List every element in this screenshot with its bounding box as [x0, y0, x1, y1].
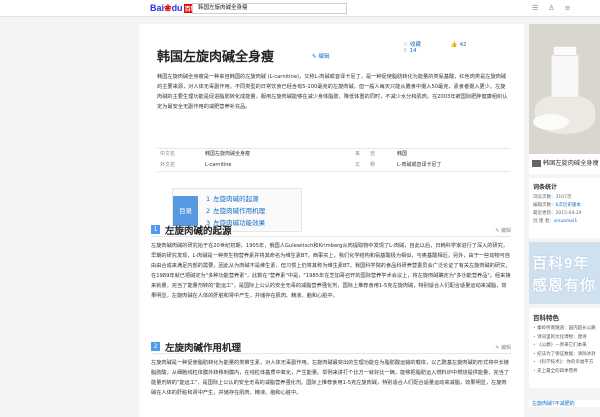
toc-item[interactable]: 2 左旋肉碱作用机理	[206, 205, 265, 217]
section-text: 左旋肉碱肉碱的研究始于在20世纪初期，1905年，俄国人Gulewitsch和K…	[151, 243, 511, 299]
info-row: 外文名 L-carnitine 又 称 L-肉碱或音译卡尼丁	[157, 160, 509, 171]
share-button[interactable]: ⇪ 14	[403, 48, 431, 54]
featured-list: 百科特色 秦岭终南隧道：国内超长公路 诗词里的文化博物：唐诗 《公爵》—原来它们…	[529, 308, 600, 388]
section-edit-button[interactable]: ✎ 编辑	[495, 227, 511, 234]
section-title: 左旋肉碱作用机理	[165, 343, 242, 354]
section-text: 左旋肉碱是一种促使脂肪转化为能量的类推生素，对人体无毒副作用。左旋肉碱最突出的生…	[151, 360, 509, 396]
search-input[interactable]: 韩国左旋肉碱全身瘦	[192, 3, 347, 14]
photo-jar	[551, 54, 579, 98]
photo-jar-cap	[553, 46, 577, 56]
pencil-icon: ✎	[495, 345, 500, 351]
featured-item[interactable]: 史上最全的四季营养	[533, 368, 596, 377]
info-key: 来 自	[355, 151, 376, 157]
promo-banner[interactable]: 百科9年 感恩有你	[529, 242, 600, 304]
list-icon[interactable]: ☰	[532, 4, 538, 12]
featured-item[interactable]: 诗词里的文化博物：唐诗	[533, 334, 596, 343]
banner-line-1: 百科9年	[532, 255, 590, 272]
section-number: 1	[151, 225, 160, 234]
info-key: 外文名	[160, 162, 176, 168]
section-number: 2	[151, 342, 160, 351]
stats-row: 最近更新：2015-04-29	[533, 211, 582, 216]
album-icon	[532, 159, 541, 167]
share-icon: ⇪	[403, 48, 408, 54]
section-title: 左旋肉碱的起源	[165, 226, 232, 237]
menu-icon[interactable]: ≡	[565, 4, 571, 12]
baidu-baike-logo[interactable]: Bai❀du 百科	[150, 3, 198, 14]
info-row: 中文名 韩国左旋肉碱全身瘦 来 自 韩国	[157, 149, 509, 160]
stats-row: 浏览次数：3107次	[533, 195, 572, 200]
photo-powder	[533, 114, 569, 130]
related-link[interactable]: 左旋肉碱?不减肥的	[529, 400, 600, 407]
featured-item[interactable]: 《公爵》—原来它们本来	[533, 342, 596, 351]
stats-title: 词条统计	[533, 184, 558, 191]
article-card: ☆ 收藏 👍 42 ⇪ 14 韩国左旋肉碱全身瘦 ✎ 编辑 韩国左旋肉碱全身瘦是一种来…	[139, 24, 524, 417]
pencil-icon: ✎	[495, 228, 500, 234]
info-box: 中文名 韩国左旋肉碱全身瘦 来 自 韩国 外文名 L-carnitine 又 称…	[157, 148, 509, 172]
thumb-up-icon: 👍	[450, 42, 458, 48]
pencil-icon: ✎	[312, 54, 317, 60]
info-value: 韩国	[397, 151, 408, 157]
stats-row: 编辑次数：6次历史版本	[533, 203, 581, 208]
toc-heading: 目录	[173, 196, 198, 226]
user-icon[interactable]: ♙	[548, 4, 554, 12]
featured-item[interactable]: 纪法为了保证数据：清除冰封	[533, 351, 596, 360]
info-value: 韩国左旋肉碱全身瘦	[205, 151, 251, 157]
page-title: 韩国左旋肉碱全身瘦	[157, 50, 275, 65]
info-key: 中文名	[160, 151, 176, 157]
section-edit-button[interactable]: ✎ 编辑	[495, 344, 511, 351]
section-heading: 2 左旋肉碱作用机理 ✎ 编辑	[151, 340, 511, 354]
info-key: 又 称	[355, 162, 376, 168]
top-bar: Bai❀du 百科 韩国左旋肉碱全身瘦 ☰ ♙ ≡	[0, 0, 600, 17]
article-actions: ☆ 收藏 👍 42 ⇪ 14	[403, 40, 524, 54]
featured-item[interactable]: 《科学技术》：你的幸福平方	[533, 359, 596, 368]
section-heading: 1 左旋肉碱的起源 ✎ 编辑	[151, 223, 511, 237]
stats-row: 创 建 者：sinuomei1	[533, 219, 578, 224]
entry-statistics: 词条统计 浏览次数：3107次 编辑次数：6次历史版本 最近更新：2015-04…	[529, 178, 600, 238]
top-icons: ☰ ♙ ≡	[532, 4, 580, 12]
featured-title: 百科特色	[533, 314, 559, 322]
info-value: L-肉碱或音译卡尼丁	[397, 162, 442, 168]
photo-caption[interactable]: 韩国左旋肉碱全身瘦	[529, 154, 600, 174]
article-photo[interactable]	[529, 24, 600, 154]
like-button[interactable]: 👍 42	[451, 42, 481, 48]
article-intro: 韩国左旋肉碱全身瘦是一种来自韩国的左旋肉碱 (L-carnitine)，又称L-…	[157, 74, 508, 110]
history-link[interactable]: 6次历史版本	[556, 203, 581, 208]
toc-item[interactable]: 1 左旋肉碱的起源	[206, 193, 265, 205]
creator-link[interactable]: sinuomei1	[554, 219, 577, 224]
banner-line-2: 感恩有你	[532, 276, 597, 294]
paw-icon: ❀	[164, 3, 172, 13]
info-value: L-carnitine	[205, 162, 232, 168]
featured-item[interactable]: 秦岭终南隧道：国内超长公路	[533, 325, 596, 334]
edit-button[interactable]: ✎ 编辑	[312, 52, 329, 60]
